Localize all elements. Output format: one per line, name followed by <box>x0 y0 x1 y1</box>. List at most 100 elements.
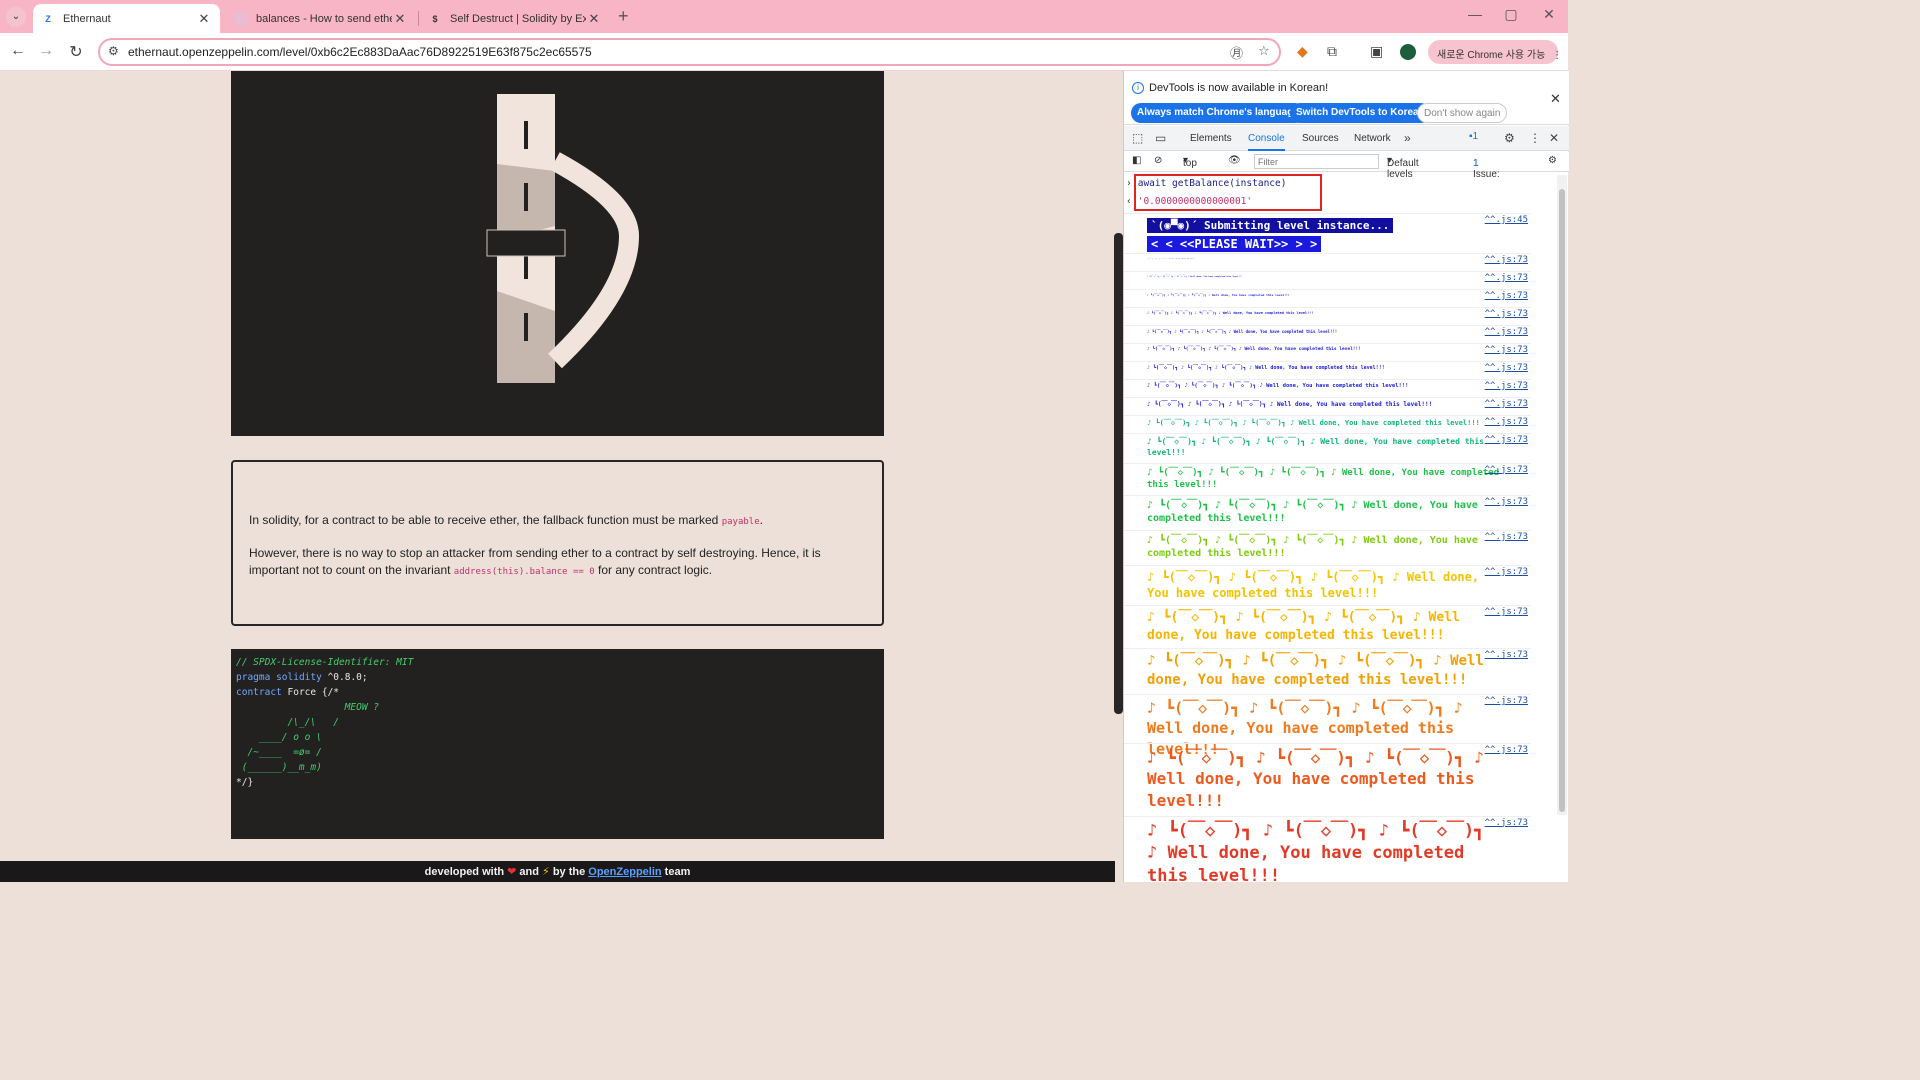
console-log-row: ♪ ┗(￣◇￣)┓ ♪ ┗(￣◇￣)┓ ♪ ┗(￣◇￣)┓ ♪ Well don… <box>1124 815 1531 883</box>
address-bar[interactable]: ⚙ ethernaut.openzeppelin.com/level/0xb6c… <box>98 38 1281 66</box>
console-scrollbar[interactable] <box>1557 175 1567 815</box>
console-log-row: ♪ ┗(￣◇￣)┓ ♪ ┗(￣◇￣)┓ ♪ ┗(￣◇￣)┓ ♪ Well don… <box>1124 462 1531 495</box>
console-log-row: ♪ ┗(￣◇￣)┓ ♪ ┗(￣◇￣)┓ ♪ ┗(￣◇￣)┓ ♪ Well don… <box>1124 343 1531 361</box>
more-menu-icon[interactable]: ⋮ <box>1552 50 1562 61</box>
tab-bar: ⌄ Z Ethernaut ✕ balances - How to send e… <box>0 0 1568 33</box>
log-source-link[interactable]: ^^.js:73 <box>1485 399 1528 409</box>
side-panel-icon[interactable]: ▣ <box>1370 43 1383 60</box>
console-output: › await getBalance(instance) ‹ '0.00000000… <box>1124 173 1561 882</box>
page-scrollbar[interactable] <box>1114 233 1123 714</box>
tab-search-button[interactable]: ⌄ <box>6 7 26 27</box>
tab-console[interactable]: Console <box>1248 133 1285 151</box>
bookmark-star-icon[interactable]: ☆ <box>1258 43 1270 59</box>
tab-sources[interactable]: Sources <box>1302 133 1339 144</box>
log-source-link[interactable]: ^^.js:73 <box>1485 745 1528 755</box>
log-source-link[interactable]: ^^.js:73 <box>1485 497 1528 507</box>
log-source-link[interactable]: ^^.js:73 <box>1485 435 1528 445</box>
log-source-link[interactable]: ^^.js:73 <box>1485 532 1528 542</box>
restore-icon[interactable]: ▢ <box>1496 6 1526 23</box>
tab-network[interactable]: Network <box>1354 133 1391 144</box>
minimize-icon[interactable]: — <box>1460 6 1490 22</box>
console-log-row: ♪ ┗(￣◇￣)┓ ♪ ┗(￣◇￣)┓ ♪ ┗(￣◇￣)┓ ♪ Well don… <box>1124 648 1531 694</box>
tab-elements[interactable]: Elements <box>1190 133 1232 144</box>
inline-code: address(this).balance == 0 <box>453 567 595 577</box>
console-log-row: ♪ ┗(￣◇￣)┓ ♪ ┗(￣◇￣)┓ ♪ ┗(￣◇￣)┓ ♪ Well don… <box>1124 307 1531 325</box>
console-filter-input[interactable] <box>1254 154 1379 169</box>
metamask-icon[interactable]: ◆ <box>1297 43 1308 60</box>
forward-icon[interactable]: → <box>36 42 56 60</box>
chrome-update-button[interactable]: 새로운 Chrome 사용 가능 ⋮ <box>1428 40 1562 64</box>
devtools-language-banner: i DevTools is now available in Korean! ✕… <box>1124 71 1569 125</box>
code-line: // SPDX-License-Identifier: MIT <box>236 657 414 668</box>
tab-close-icon[interactable]: ✕ <box>392 11 408 27</box>
log-source-link[interactable]: ^^.js:73 <box>1485 465 1528 475</box>
console-log-row: ♪ ┗(￣◇￣)┓ ♪ ┗(￣◇￣)┓ ♪ ┗(￣◇￣)┓ ♪ Well don… <box>1124 433 1531 463</box>
banner-close-icon[interactable]: ✕ <box>1550 91 1561 107</box>
profile-avatar[interactable] <box>1400 44 1416 60</box>
reload-icon[interactable]: ↻ <box>66 42 86 62</box>
new-tab-icon[interactable]: + <box>618 6 629 27</box>
site-info-icon[interactable]: ⚙ <box>108 44 119 58</box>
translate-icon[interactable]: ㊊ <box>1230 43 1243 62</box>
log-source-link[interactable]: ^^.js:73 <box>1485 273 1528 283</box>
log-levels-dropdown[interactable]: Default levels ▾ <box>1387 155 1419 180</box>
dont-show-again-button[interactable]: Don't show again <box>1417 103 1508 123</box>
console-log-row: ♪ ┗(￣◇￣)┓ ♪ ┗(￣◇￣)┓ ♪ ┗(￣◇￣)┓ ♪ Well don… <box>1124 361 1531 379</box>
submitting-text: `(◉▀◉)´ Submitting level instance... <box>1147 218 1394 233</box>
log-source-link[interactable]: ^^.js:73 <box>1485 255 1528 265</box>
back-icon[interactable]: ← <box>8 42 28 60</box>
settings-gear-icon[interactable]: ⚙ <box>1504 131 1515 145</box>
tab-ethernaut[interactable]: Z Ethernaut ✕ <box>33 4 220 33</box>
log-source-link[interactable]: ^^.js:45 <box>1485 215 1528 225</box>
log-source-link[interactable]: ^^.js:73 <box>1485 363 1528 373</box>
console-settings-icon[interactable]: ⚙ <box>1548 155 1557 166</box>
openzeppelin-link[interactable]: OpenZeppelin <box>588 866 661 878</box>
devtools-close-icon[interactable]: ✕ <box>1549 131 1559 145</box>
tab-close-icon[interactable]: ✕ <box>196 11 212 27</box>
issues-badge[interactable]: ▪1 <box>1469 131 1478 142</box>
switch-korean-button[interactable]: Switch DevTools to Korean <box>1290 103 1431 123</box>
level-description: In solidity, for a contract to be able t… <box>231 460 884 626</box>
extensions-icon[interactable]: ⧉ <box>1327 43 1337 60</box>
live-expression-icon[interactable]: 👁 <box>1228 155 1241 166</box>
console-log-row: ♪ ┗(￣◇￣)┓ ♪ ┗(￣◇￣)┓ ♪ ┗(￣◇￣)┓ ♪ Well don… <box>1124 605 1531 648</box>
window-close-icon[interactable]: ✕ <box>1534 6 1564 23</box>
log-message: ♪ ┗(￣◇￣)┓ ♪ ┗(￣◇￣)┓ ♪ ┗(￣◇￣)┓ ♪ Well don… <box>1147 534 1478 560</box>
heart-icon: ❤ <box>507 866 517 878</box>
lightning-icon: ⚡ <box>542 866 550 878</box>
contract-source-code: // SPDX-License-Identifier: MIT pragma so… <box>231 649 884 839</box>
log-source-link[interactable]: ^^.js:73 <box>1485 417 1528 427</box>
page-content: In solidity, for a contract to be able t… <box>0 71 1115 882</box>
devtools-menu-icon[interactable]: ⋮ <box>1529 131 1541 145</box>
log-source-link[interactable]: ^^.js:73 <box>1485 607 1528 617</box>
url-text[interactable]: ethernaut.openzeppelin.com/level/0xb6c2E… <box>128 45 592 59</box>
match-language-button[interactable]: Always match Chrome's language <box>1131 103 1305 123</box>
log-source-link[interactable]: ^^.js:73 <box>1485 345 1528 355</box>
code-line: MEOW ? <box>236 702 379 713</box>
log-message: ♪ ┗(￣◇￣)┓ ♪ ┗(￣◇￣)┓ ♪ ┗(￣◇￣)┓ ♪ Well don… <box>1147 419 1480 427</box>
console-log-row: ♪ ┗(￣◇￣)┓ ♪ ┗(￣◇￣)┓ ♪ ┗(￣◇￣)┓ ♪ Well don… <box>1124 397 1531 415</box>
log-source-link[interactable]: ^^.js:73 <box>1485 696 1528 706</box>
tab-self-destruct[interactable]: $ Self Destruct | Solidity by Exan ✕ <box>420 4 610 33</box>
log-source-link[interactable]: ^^.js:73 <box>1485 567 1528 577</box>
log-source-link[interactable]: ^^.js:73 <box>1485 818 1528 828</box>
scroll-thumb[interactable] <box>1559 189 1565 812</box>
log-source-link[interactable]: ^^.js:73 <box>1485 327 1528 337</box>
log-source-link[interactable]: ^^.js:73 <box>1485 650 1528 660</box>
log-message: ♪ ┗(￣◇￣)┓ ♪ ┗(￣◇￣)┓ ♪ ┗(￣◇￣)┓ ♪ Well don… <box>1147 820 1485 883</box>
sidebar-toggle-icon[interactable]: ◧ <box>1132 155 1141 166</box>
tab-close-icon[interactable]: ✕ <box>586 11 602 27</box>
log-source-link[interactable]: ^^.js:73 <box>1485 309 1528 319</box>
clear-console-icon[interactable]: ⊘ <box>1154 155 1162 166</box>
page-footer: developed with ❤ and ⚡ by the OpenZeppel… <box>0 861 1115 882</box>
log-message: ♪ ┗(￣◇￣)┓ ♪ ┗(￣◇￣)┓ ♪ ┗(￣◇￣)┓ ♪ Well don… <box>1147 329 1338 334</box>
log-source-link[interactable]: ^^.js:73 <box>1485 291 1528 301</box>
device-toolbar-icon[interactable]: ▭ <box>1155 131 1166 145</box>
context-selector[interactable]: top ▾ <box>1183 155 1197 169</box>
inspect-element-icon[interactable]: ⬚ <box>1132 131 1143 145</box>
log-message: ♪ ┗(￣◇￣)┓ ♪ ┗(￣◇￣)┓ ♪ ┗(￣◇￣)┓ ♪ Well don… <box>1147 401 1433 408</box>
more-tabs-icon[interactable]: » <box>1404 131 1411 145</box>
ethernaut-favicon-icon: Z <box>41 11 55 26</box>
tab-balances[interactable]: balances - How to send ether ✕ <box>226 4 416 33</box>
log-source-link[interactable]: ^^.js:73 <box>1485 381 1528 391</box>
